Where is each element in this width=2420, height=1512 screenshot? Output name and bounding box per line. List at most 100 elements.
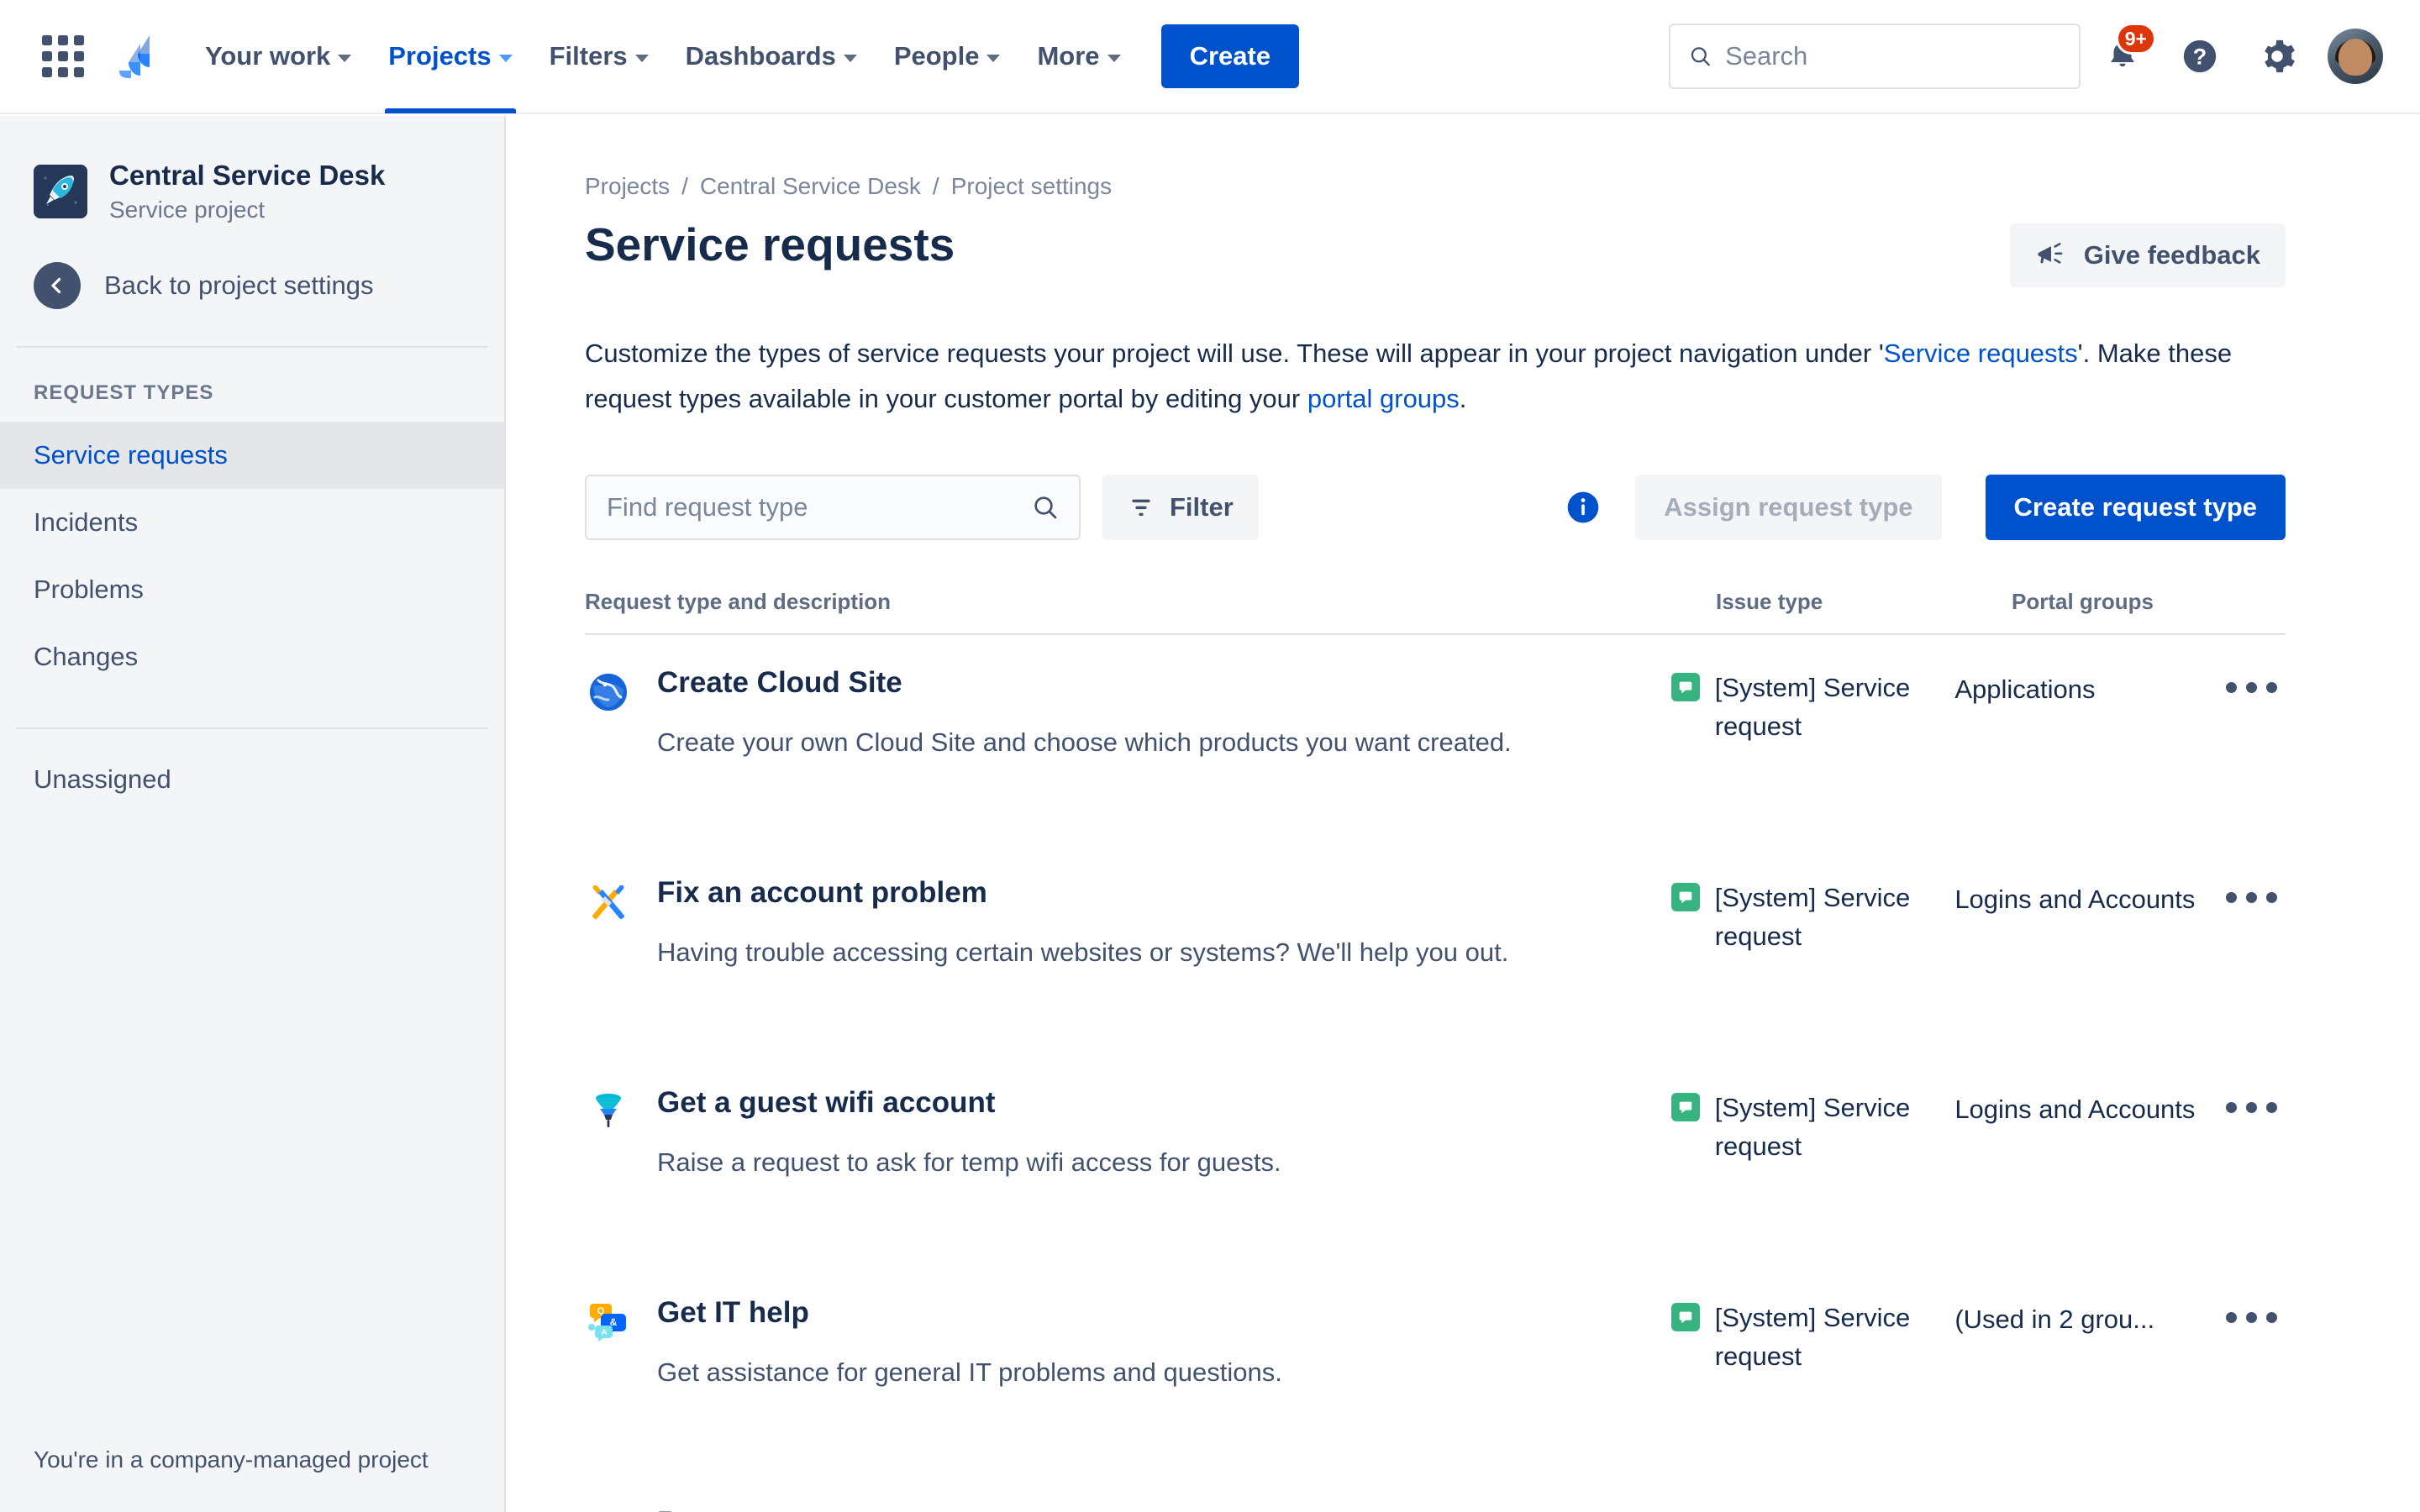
- sidebar-item-service-requests[interactable]: Service requests: [0, 422, 504, 490]
- page-title: Service requests: [585, 218, 955, 270]
- project-avatar-rocket-icon: [34, 165, 87, 219]
- gear-icon: [2265, 39, 2295, 73]
- column-header-issue-type: Issue type: [1716, 588, 1823, 614]
- table-row: Fix an account problem Having trouble ac…: [585, 845, 2286, 1055]
- search-icon: [1034, 496, 1057, 518]
- request-type-text: Create Cloud Site Create your own Cloud …: [657, 665, 1512, 845]
- project-sidebar: Central Service Desk Service project Bac…: [0, 116, 506, 1512]
- portal-groups-cell: Applications: [1954, 674, 2096, 704]
- chevron-down-icon: [634, 54, 649, 62]
- issue-type-label: [System] Service request: [1714, 1302, 1911, 1372]
- table-row: Request a new account Request a new acco…: [585, 1475, 2286, 1512]
- wrench-screwdriver-icon: [592, 885, 625, 919]
- service-requests-link[interactable]: Service requests: [1884, 339, 2078, 368]
- svg-text:?: ?: [2193, 45, 2207, 70]
- filter-button[interactable]: Filter: [1102, 474, 1259, 540]
- app-switcher-icon[interactable]: [37, 30, 89, 82]
- find-request-type-input[interactable]: [607, 491, 1032, 522]
- nav-item-more[interactable]: More: [1018, 0, 1139, 113]
- service-request-issue-type-icon: [1670, 1302, 1700, 1331]
- request-type-title[interactable]: Get IT help: [657, 1295, 1282, 1331]
- issue-type-label: [System] Service request: [1714, 1092, 1911, 1162]
- nav-item-label: Your work: [205, 41, 331, 71]
- request-type-cell: Q & A Get IT help Get assistance for gen…: [585, 1295, 1671, 1475]
- request-type-text: Get a guest wifi account Raise a request…: [657, 1085, 1281, 1265]
- help-button[interactable]: ?: [2165, 21, 2235, 92]
- filter-icon: [1132, 499, 1150, 516]
- request-type-title[interactable]: Get a guest wifi account: [657, 1085, 1281, 1121]
- project-type: Service project: [109, 196, 266, 223]
- request-type-title[interactable]: Create Cloud Site: [657, 665, 1512, 701]
- page-description: Customize the types of service requests …: [585, 331, 2286, 423]
- sidebar-footer-note: You're in a company-managed project: [34, 1446, 429, 1473]
- project-header[interactable]: Central Service Desk Service project: [0, 116, 504, 223]
- sidebar-item-changes[interactable]: Changes: [0, 623, 504, 690]
- megaphone-icon: [2038, 243, 2063, 264]
- nav-item-filters[interactable]: Filters: [531, 0, 667, 113]
- global-search[interactable]: [1669, 24, 2081, 89]
- breadcrumb: Projects / Central Service Desk / Projec…: [585, 173, 2286, 200]
- settings-button[interactable]: [2242, 21, 2312, 92]
- sidebar-item-unassigned[interactable]: Unassigned: [0, 729, 504, 813]
- breadcrumb-project-settings[interactable]: Project settings: [951, 173, 1112, 200]
- sidebar-item-label: Service requests: [34, 440, 228, 470]
- breadcrumb-separator: /: [932, 173, 939, 199]
- give-feedback-button[interactable]: Give feedback: [2009, 223, 2286, 287]
- page-header-row: Service requests Give feedback: [585, 218, 2286, 287]
- notifications-button[interactable]: 9+: [2087, 21, 2158, 92]
- nav-item-people[interactable]: People: [876, 0, 1019, 113]
- sidebar-item-label: Changes: [34, 642, 139, 672]
- chevron-down-icon: [843, 54, 857, 62]
- assign-request-type-button[interactable]: Assign request type: [1635, 474, 1942, 540]
- request-type-description: Raise a request to ask for temp wifi acc…: [657, 1147, 1281, 1177]
- request-type-title[interactable]: Fix an account problem: [657, 875, 1508, 911]
- more-actions-icon[interactable]: [2217, 674, 2286, 845]
- request-type-text: Get IT help Get assistance for general I…: [657, 1295, 1282, 1475]
- project-name: Central Service Desk: [109, 160, 386, 191]
- portal-groups-cell: Logins and Accounts: [1954, 1094, 2196, 1124]
- portal-groups-link[interactable]: portal groups: [1307, 384, 1460, 413]
- more-actions-icon[interactable]: [2217, 884, 2286, 1055]
- notification-badge: 9+: [2115, 23, 2156, 55]
- back-to-project-settings[interactable]: Back to project settings: [0, 223, 504, 310]
- filter-label: Filter: [1170, 491, 1234, 522]
- info-icon[interactable]: [1565, 489, 1602, 526]
- issue-type-label: [System] Service request: [1714, 672, 1911, 742]
- description-part-3: .: [1459, 384, 1467, 414]
- nav-item-label: Projects: [388, 41, 492, 71]
- request-type-cell: Request a new account Request a new acco…: [585, 1505, 1671, 1512]
- issue-type-cell: [System] Service request: [1670, 875, 1955, 1055]
- create-button[interactable]: Create: [1160, 24, 1300, 88]
- user-avatar[interactable]: [2328, 29, 2383, 84]
- portal-groups-cell: (Used in 2 grou...: [1954, 1304, 2155, 1334]
- funnel-icon: [596, 1093, 621, 1127]
- issue-type-label: [System] Service request: [1714, 882, 1911, 952]
- nav-item-dashboards[interactable]: Dashboards: [667, 0, 876, 113]
- back-label: Back to project settings: [104, 270, 374, 301]
- tshirt-icon: [606, 1511, 611, 1512]
- main-content: Projects / Central Service Desk / Projec…: [508, 116, 2420, 1512]
- breadcrumb-central-service-desk[interactable]: Central Service Desk: [700, 173, 921, 200]
- nav-item-your-work[interactable]: Your work: [187, 0, 370, 113]
- find-request-type-field[interactable]: [585, 474, 1081, 540]
- chevron-down-icon: [986, 54, 1001, 62]
- nav-item-projects[interactable]: Projects: [370, 0, 530, 113]
- table-header-row: Request type and description Issue type …: [585, 589, 2286, 635]
- request-type-title[interactable]: Request a new account: [657, 1505, 1086, 1512]
- jira-logo-icon[interactable]: [108, 30, 160, 82]
- issue-type-label: [System] Service request: [1715, 1509, 1925, 1512]
- column-header-portal-groups: Portal groups: [2012, 588, 2154, 614]
- globe-cloud-icon: [590, 673, 627, 711]
- issue-type-cell: [System] Service request: [1670, 665, 1955, 845]
- table-row: Create Cloud Site Create your own Cloud …: [585, 635, 2286, 845]
- breadcrumb-projects[interactable]: Projects: [585, 173, 670, 200]
- create-request-type-button[interactable]: Create request type: [1985, 474, 2286, 540]
- service-request-issue-type-icon: [1670, 672, 1700, 701]
- sidebar-item-incidents[interactable]: Incidents: [0, 489, 504, 556]
- search-input[interactable]: [1725, 41, 2060, 71]
- sidebar-item-problems[interactable]: Problems: [0, 556, 504, 623]
- more-actions-icon[interactable]: [2217, 1304, 2286, 1475]
- help-icon: ?: [2183, 39, 2217, 73]
- more-actions-icon[interactable]: [2217, 1094, 2286, 1265]
- qa-bubbles-icon: Q & A: [588, 1303, 626, 1341]
